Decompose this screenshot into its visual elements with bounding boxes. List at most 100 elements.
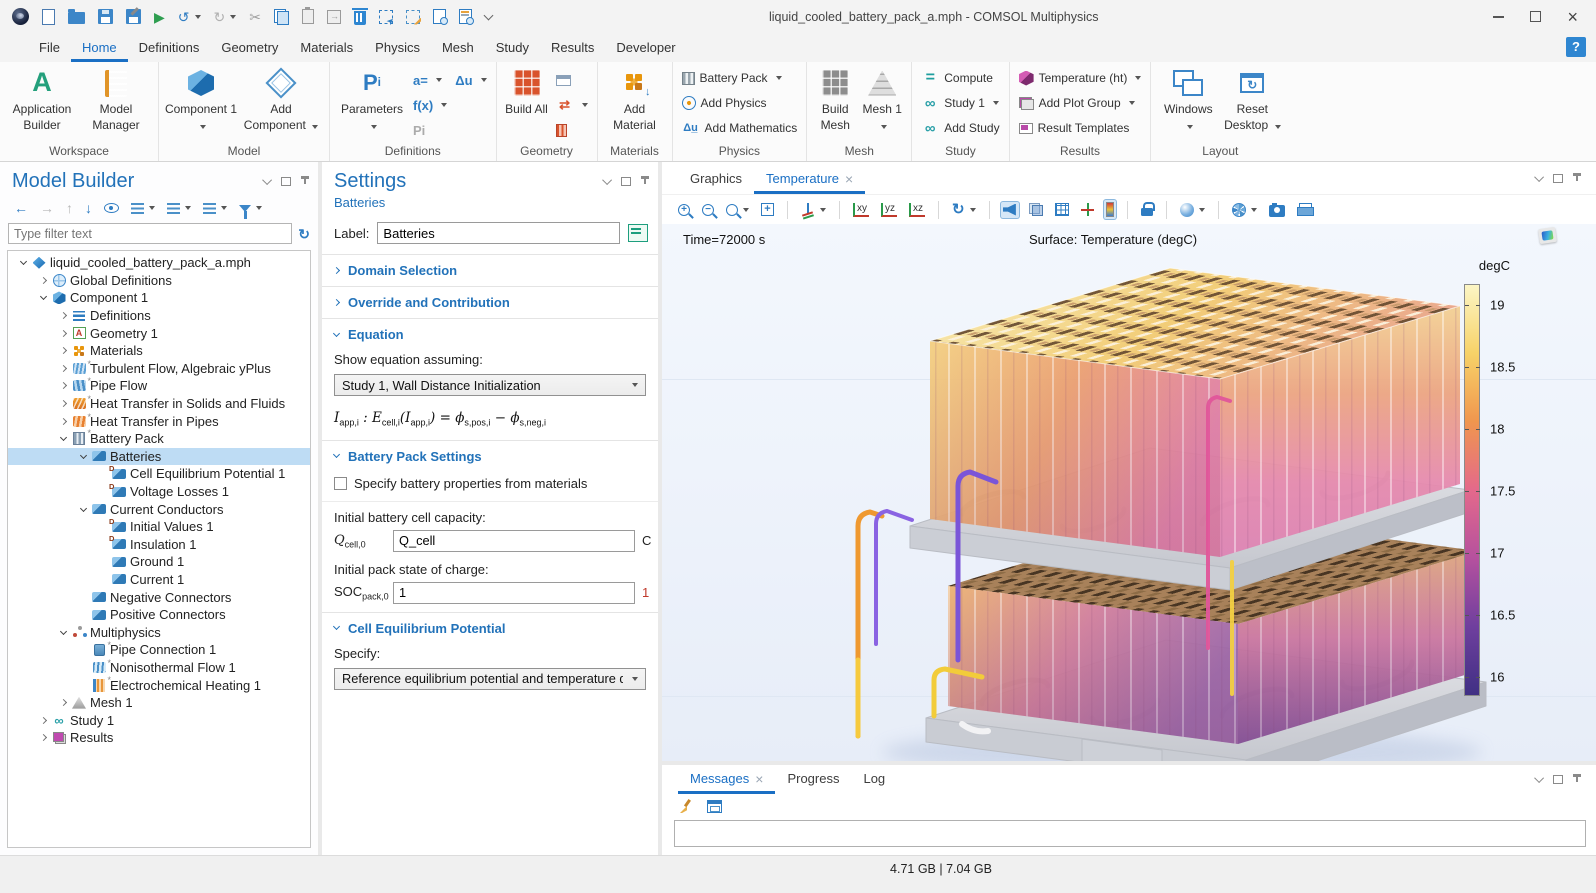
temperature-plot-button[interactable]: Temperature (ht) [1019, 68, 1142, 88]
tree-item-battery-pack[interactable]: Battery Pack [8, 430, 310, 448]
messages-output[interactable] [674, 820, 1586, 847]
nonlocal-couplings-button[interactable]: Δu [455, 70, 486, 90]
expander-closed-icon[interactable] [56, 348, 70, 353]
panel-pin-icon[interactable] [1572, 172, 1582, 185]
tree-item-electrochemical-heating-1[interactable]: Electrochemical Heating 1 [8, 676, 310, 694]
filter-input[interactable] [8, 223, 292, 244]
expander-open-icon[interactable] [56, 631, 70, 634]
transparency-icon[interactable] [1027, 201, 1045, 218]
livelink-button[interactable]: ⇄ [556, 95, 588, 115]
refresh-icon[interactable]: ↻ [298, 227, 310, 241]
view-xy-icon[interactable]: xy [851, 201, 871, 219]
tree-item-definitions[interactable]: Definitions [8, 307, 310, 325]
zoom-extents-icon[interactable] [759, 201, 776, 218]
mesh1-button[interactable]: Mesh 1 [858, 64, 906, 133]
collapse-all-icon[interactable] [165, 201, 193, 216]
expander-closed-icon[interactable] [56, 331, 70, 336]
nav-back-icon[interactable]: ← [12, 199, 30, 217]
help-icon[interactable]: ? [1566, 37, 1586, 57]
menu-item-mesh[interactable]: Mesh [431, 35, 485, 62]
windows-button[interactable]: Windows [1156, 64, 1220, 133]
expander-closed-icon[interactable] [56, 419, 70, 424]
expand-all-icon[interactable] [129, 201, 157, 216]
paste-icon[interactable] [300, 7, 316, 26]
add-study-button[interactable]: ∞Add Study [921, 118, 999, 138]
expander-open-icon[interactable] [56, 437, 70, 440]
menu-item-materials[interactable]: Materials [289, 35, 364, 62]
tree-item-global-definitions[interactable]: Global Definitions [8, 272, 310, 290]
panel-menu-icon[interactable] [1534, 773, 1544, 783]
menu-item-file[interactable]: File [28, 35, 71, 62]
menu-item-physics[interactable]: Physics [364, 35, 431, 62]
expander-closed-icon[interactable] [36, 718, 50, 723]
add-material-button[interactable]: Add Material [603, 64, 667, 133]
tree-item-component-1[interactable]: Component 1 [8, 289, 310, 307]
section-domain-selection[interactable]: Domain Selection [322, 255, 658, 286]
view-lock-icon[interactable] [1139, 200, 1155, 219]
reset-desktop-button[interactable]: ↻ Reset Desktop [1220, 64, 1284, 133]
menu-item-home[interactable]: Home [71, 35, 128, 62]
save-as-icon[interactable] [124, 7, 143, 26]
tree-item-batteries[interactable]: Batteries [8, 448, 310, 466]
panel-pin-icon[interactable] [300, 175, 310, 188]
tab-close-icon[interactable]: × [755, 772, 763, 786]
undo-icon[interactable]: ↺ [176, 8, 203, 26]
expander-closed-icon[interactable] [56, 383, 70, 388]
tree-item-nonisothermal-flow-1[interactable]: Nonisothermal Flow 1 [8, 659, 310, 677]
build-all-button[interactable]: Build All [502, 64, 552, 118]
tree-item-heat-transfer-in-pipes[interactable]: Heat Transfer in Pipes [8, 412, 310, 430]
selection-sound-icon[interactable] [1001, 202, 1019, 218]
tree-item-heat-transfer-in-solids-and-fluids[interactable]: Heat Transfer in Solids and Fluids [8, 395, 310, 413]
tree-item-voltage-losses-1[interactable]: Voltage Losses 1 [8, 483, 310, 501]
expander-closed-icon[interactable] [36, 278, 50, 283]
color-legend-icon[interactable] [1104, 200, 1116, 219]
zoom-box-icon[interactable] [724, 202, 751, 218]
parameter-case-button[interactable]: Pi [413, 120, 447, 140]
expander-closed-icon[interactable] [56, 401, 70, 406]
graphics-viewport[interactable]: Time=72000 s Surface: Temperature (degC)… [662, 224, 1596, 761]
study1-button[interactable]: ∞Study 1 [921, 93, 999, 113]
menu-item-developer[interactable]: Developer [605, 35, 686, 62]
specify-dropdown[interactable]: Reference equilibrium potential and temp… [334, 668, 646, 690]
section-battery-pack-settings[interactable]: Battery Pack Settings [322, 441, 658, 472]
app-logo-icon[interactable] [10, 6, 31, 27]
section-equation[interactable]: Equation [322, 319, 658, 350]
log-window-icon[interactable] [705, 798, 724, 815]
tree-item-multiphysics[interactable]: Multiphysics [8, 623, 310, 641]
select-box-icon[interactable] [377, 8, 395, 26]
view-yz-icon[interactable]: yz [879, 201, 899, 219]
tab-close-icon[interactable]: × [845, 172, 853, 186]
panel-maximize-icon[interactable] [1553, 775, 1563, 784]
result-templates-button[interactable]: Result Templates [1019, 118, 1142, 138]
expander-open-icon[interactable] [76, 508, 90, 511]
expander-open-icon[interactable] [76, 455, 90, 458]
add-plot-group-button[interactable]: Add Plot Group [1019, 93, 1142, 113]
default-view-icon[interactable] [799, 201, 828, 219]
cut-icon[interactable]: ✂ [247, 8, 263, 26]
redo-icon[interactable]: ↻ [212, 8, 239, 26]
equation-study-dropdown[interactable]: Study 1, Wall Distance Initialization [334, 374, 646, 396]
tree-item-pipe-connection-1[interactable]: Pipe Connection 1 [8, 641, 310, 659]
section-override-contribution[interactable]: Override and Contribution [322, 287, 658, 318]
find-results-icon[interactable] [457, 7, 474, 26]
filter-icon[interactable] [237, 203, 264, 214]
panel-menu-icon[interactable] [1534, 172, 1544, 182]
panel-maximize-icon[interactable] [1553, 174, 1563, 183]
scene-light-icon[interactable] [1178, 201, 1207, 219]
run-icon[interactable]: ▶ [152, 8, 167, 26]
zoom-in-icon[interactable] [676, 202, 692, 218]
panel-pin-icon[interactable] [1572, 773, 1582, 786]
show-grid-icon[interactable] [1053, 201, 1071, 218]
expander-closed-icon[interactable] [56, 700, 70, 705]
create-variable-icon[interactable] [628, 224, 648, 242]
capacity-input[interactable] [393, 530, 635, 552]
tree-item-materials[interactable]: Materials [8, 342, 310, 360]
close-icon[interactable]: × [1567, 8, 1578, 26]
duplicate-icon[interactable] [325, 8, 343, 26]
add-mathematics-button[interactable]: Δu̲Add Mathematics [682, 118, 798, 138]
tree-item-study-1[interactable]: ∞Study 1 [8, 711, 310, 729]
delete-icon[interactable] [352, 7, 368, 27]
menu-item-geometry[interactable]: Geometry [210, 35, 289, 62]
tree-item-insulation-1[interactable]: Insulation 1 [8, 536, 310, 554]
section-cell-equilibrium-potential[interactable]: Cell Equilibrium Potential [322, 613, 658, 644]
